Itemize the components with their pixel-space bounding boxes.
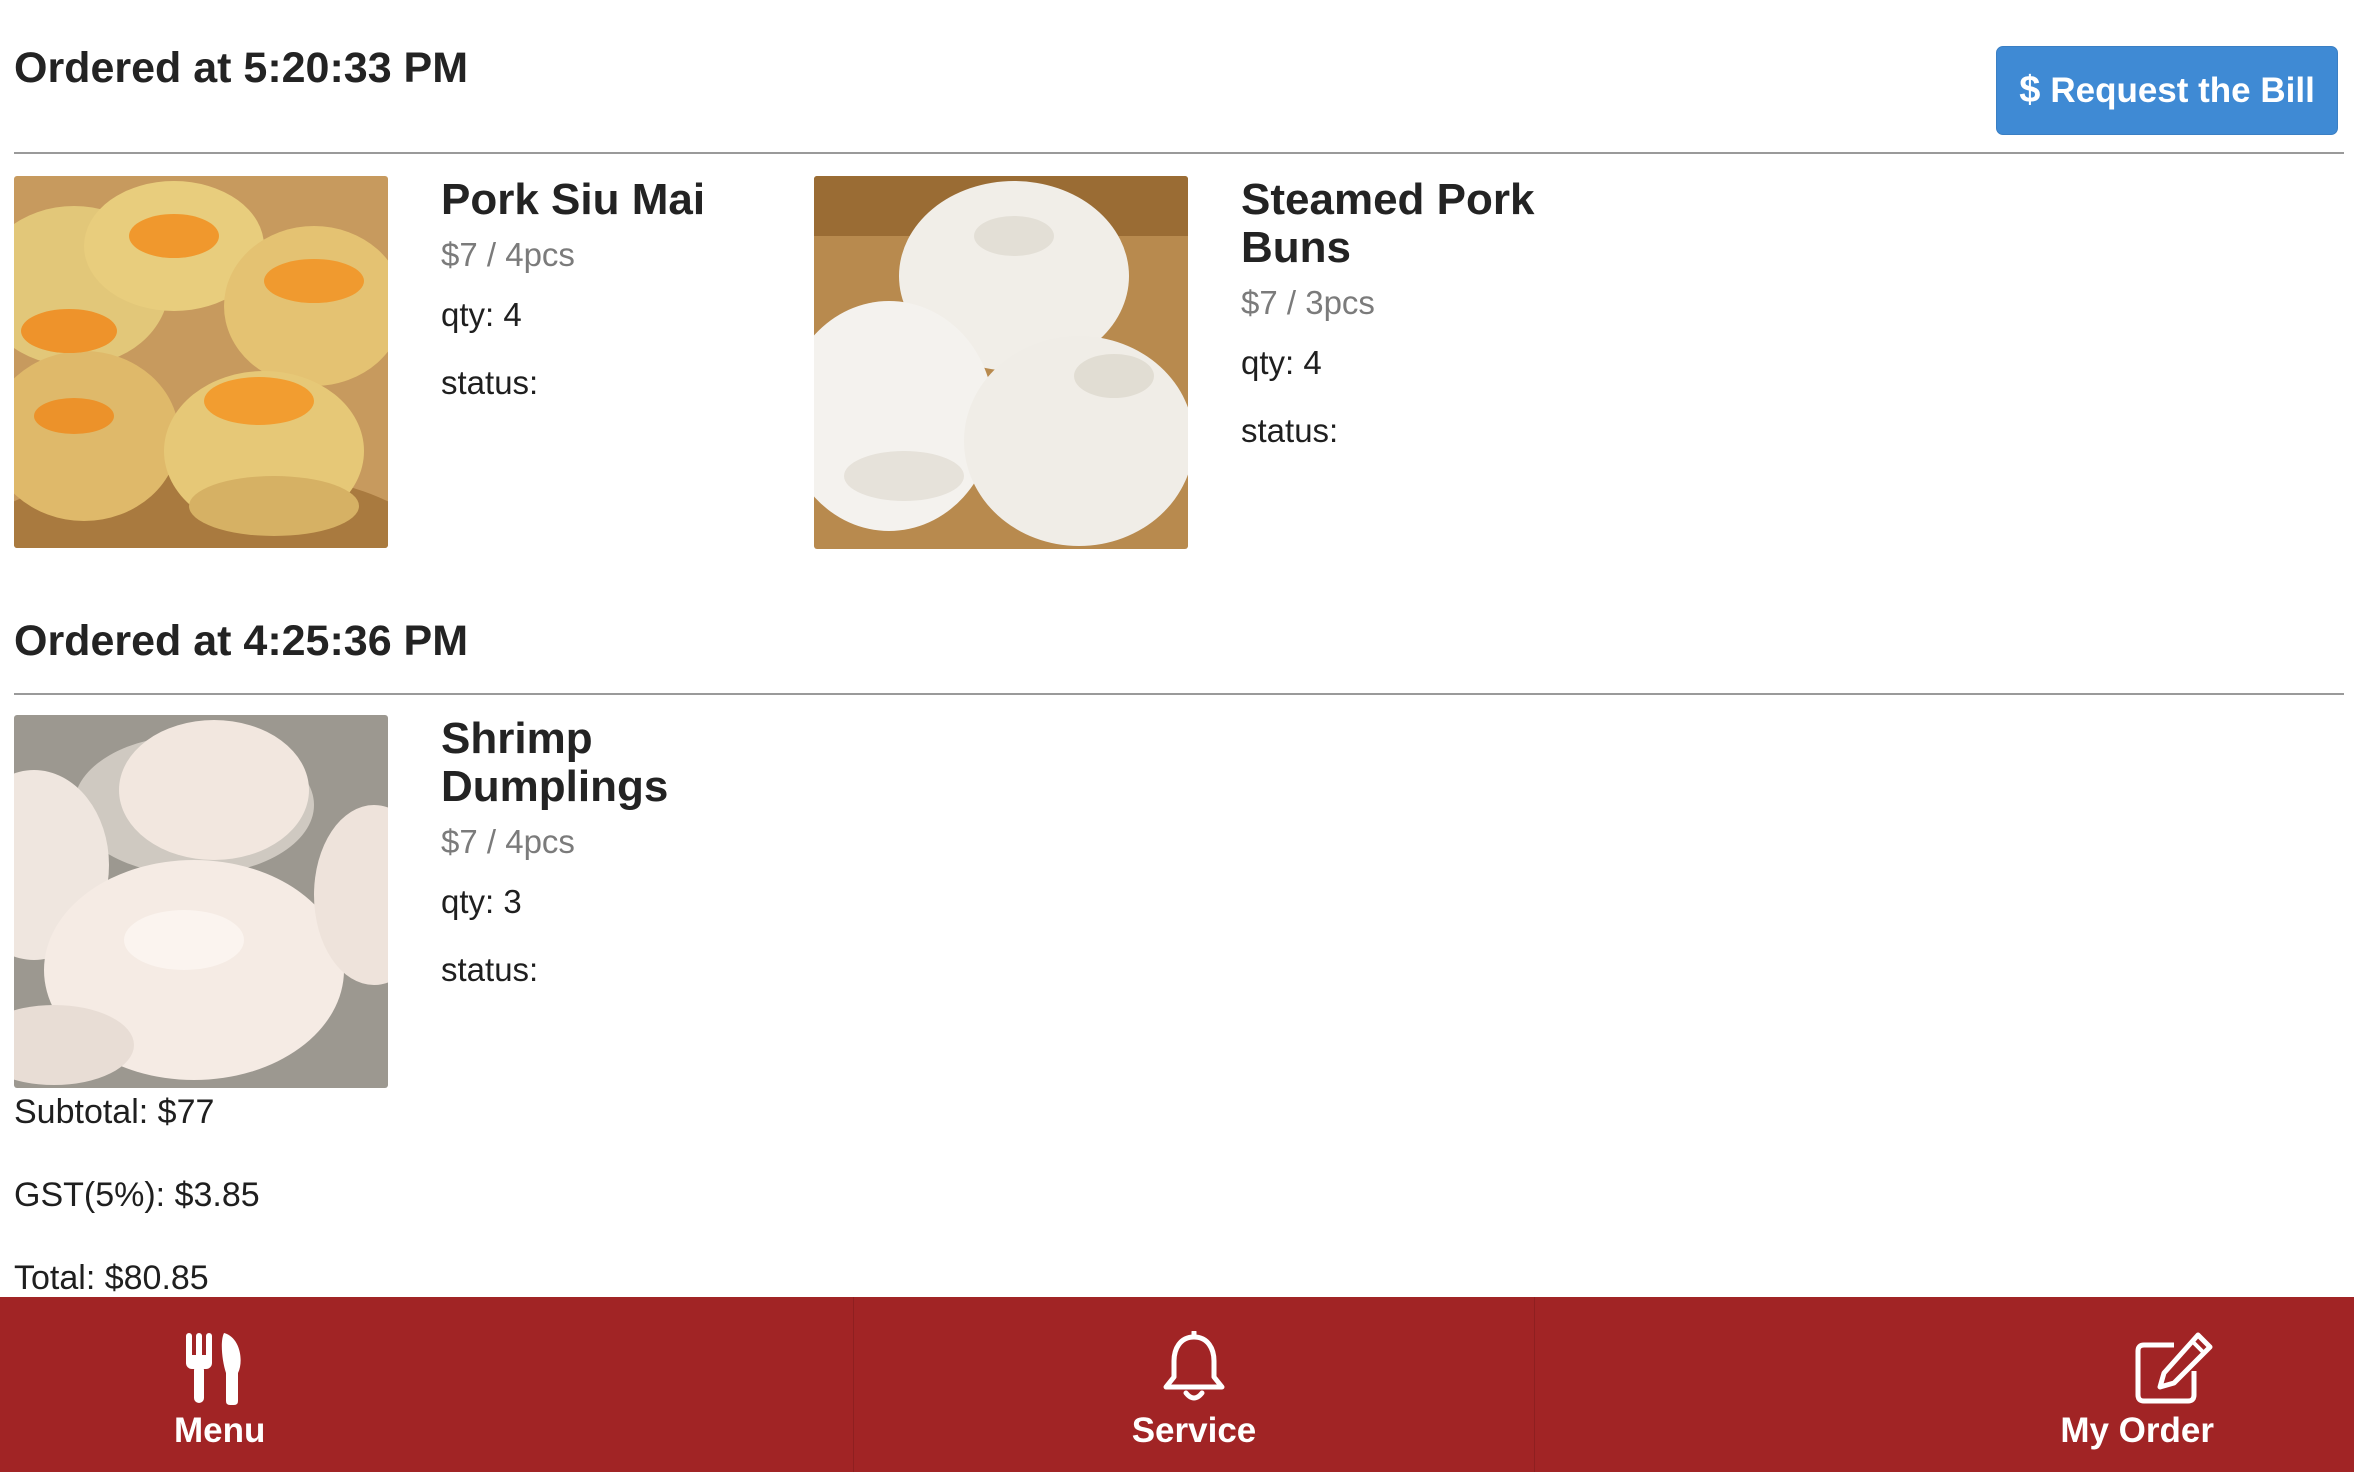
divider (14, 152, 2344, 154)
divider (14, 693, 2344, 695)
order-time-heading: Ordered at 4:25:36 PM (14, 617, 469, 665)
item-name: Shrimp Dumplings (441, 714, 669, 811)
order-time-heading: Ordered at 5:20:33 PM (14, 44, 469, 92)
item-name: Pork Siu Mai (441, 175, 706, 224)
shrimp-dumpling-photo (14, 715, 388, 1088)
item-status: status: (441, 951, 539, 988)
nav-label: Menu (174, 1411, 266, 1450)
item-status: status: (441, 364, 539, 401)
item-status: status: (1241, 412, 1339, 449)
item-qty: qty: 4 (1241, 344, 1322, 381)
item-qty: qty: 3 (441, 883, 522, 920)
edit-icon (2134, 1331, 2214, 1405)
item-price: $7 / 3pcs (1241, 284, 1375, 321)
request-bill-button[interactable]: $ Request the Bill (1996, 46, 2338, 135)
subtotal-text: Subtotal: $77 (14, 1093, 215, 1131)
nav-menu[interactable]: Menu (0, 1297, 853, 1472)
bell-icon (1154, 1331, 1234, 1405)
order-history: Ordered at 5:20:33 PM $ Request the Bill (0, 0, 2354, 1297)
pork-bun-photo (814, 176, 1188, 549)
nav-label: Service (1131, 1411, 1257, 1450)
nav-service[interactable]: Service (853, 1297, 1533, 1472)
item-price: $7 / 4pcs (441, 236, 575, 273)
nav-label: My Order (2060, 1411, 2214, 1450)
dollar-icon: $ (2019, 69, 2041, 111)
gst-text: GST(5%): $3.85 (14, 1176, 260, 1214)
siu-mai-photo (14, 176, 388, 548)
request-bill-label: Request the Bill (2050, 70, 2315, 110)
utensils-icon (174, 1331, 254, 1405)
bottom-navigation: Menu Service My Order (0, 1297, 2354, 1472)
item-price: $7 / 4pcs (441, 823, 575, 860)
item-name: Steamed Pork Buns (1241, 175, 1535, 272)
nav-my-order[interactable]: My Order (1533, 1297, 2354, 1472)
item-qty: qty: 4 (441, 296, 522, 333)
